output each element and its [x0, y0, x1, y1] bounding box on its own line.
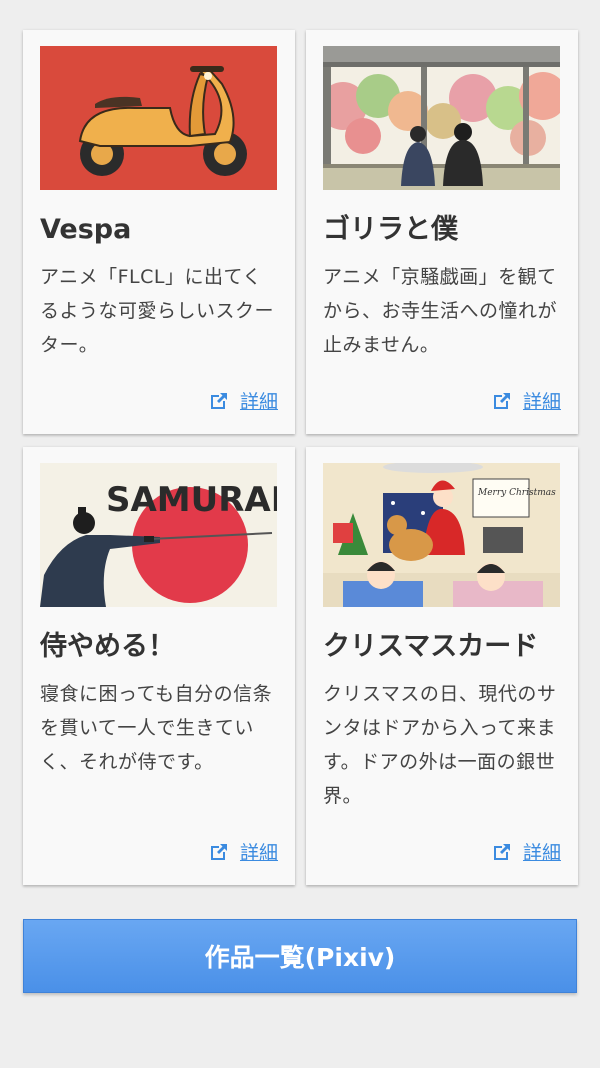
external-link-icon — [208, 390, 230, 412]
scooter-image — [40, 46, 277, 190]
detail-link[interactable]: 詳細 — [491, 387, 561, 414]
work-title: Vespa — [40, 214, 132, 245]
external-link-icon — [491, 841, 513, 863]
work-card-vespa: Vespa アニメ「FLCL」に出てくるような可愛らしいスクーター。 詳細 — [23, 30, 295, 434]
work-thumbnail-samurai[interactable]: SAMURAI — [40, 463, 277, 607]
work-thumbnail-gorilla[interactable] — [323, 46, 560, 190]
work-card-samurai: SAMURAI 侍やめる！ 寝食に困っても自分の信条を貫いて一人で生きていく、そ… — [23, 447, 295, 885]
work-thumbnail-christmas[interactable]: Merry Christmas — [323, 463, 560, 607]
works-page: Vespa アニメ「FLCL」に出てくるような可愛らしいスクーター。 詳細 ゴリ… — [0, 0, 600, 1068]
samurai-title-text: SAMURAI — [106, 480, 277, 520]
work-title: ゴリラと僕 — [323, 214, 458, 245]
detail-link[interactable]: 詳細 — [208, 838, 278, 865]
work-title: 侍やめる！ — [40, 631, 175, 662]
pixiv-works-button-label: 作品一覧(Pixiv) — [204, 943, 396, 972]
detail-link-label: 詳細 — [522, 842, 561, 864]
detail-link-label: 詳細 — [239, 842, 278, 864]
work-description: 寝食に困っても自分の信条を貫いて一人で生きていく、それが侍です。 — [40, 683, 273, 773]
detail-link-label: 詳細 — [239, 391, 278, 413]
external-link-icon — [491, 390, 513, 412]
work-description: クリスマスの日、現代のサンタはドアから入って来ます。ドアの外は一面の銀世界。 — [323, 683, 557, 807]
work-card-christmas: Merry Christmas クリスマスカード クリスマスの日、現代のサンタは… — [306, 447, 578, 885]
samurai-image: SAMURAI — [40, 463, 277, 607]
detail-link[interactable]: 詳細 — [491, 838, 561, 865]
work-description: アニメ「FLCL」に出てくるような可愛らしいスクーター。 — [40, 266, 275, 356]
detail-link[interactable]: 詳細 — [208, 387, 278, 414]
work-title: クリスマスカード — [323, 631, 539, 662]
christmas-card-image: Merry Christmas — [323, 463, 560, 607]
work-card-gorilla: ゴリラと僕 アニメ「京騒戯画」を観てから、お寺生活への憧れが止みません。 詳細 — [306, 30, 578, 434]
christmas-sign-text: Merry Christmas — [477, 488, 556, 498]
external-link-icon — [208, 841, 230, 863]
work-description: アニメ「京騒戯画」を観てから、お寺生活への憧れが止みません。 — [323, 266, 558, 356]
work-thumbnail-vespa[interactable] — [40, 46, 277, 190]
gorilla-temple-image — [323, 46, 560, 190]
detail-link-label: 詳細 — [522, 391, 561, 413]
pixiv-works-button[interactable]: 作品一覧(Pixiv) — [23, 919, 577, 993]
